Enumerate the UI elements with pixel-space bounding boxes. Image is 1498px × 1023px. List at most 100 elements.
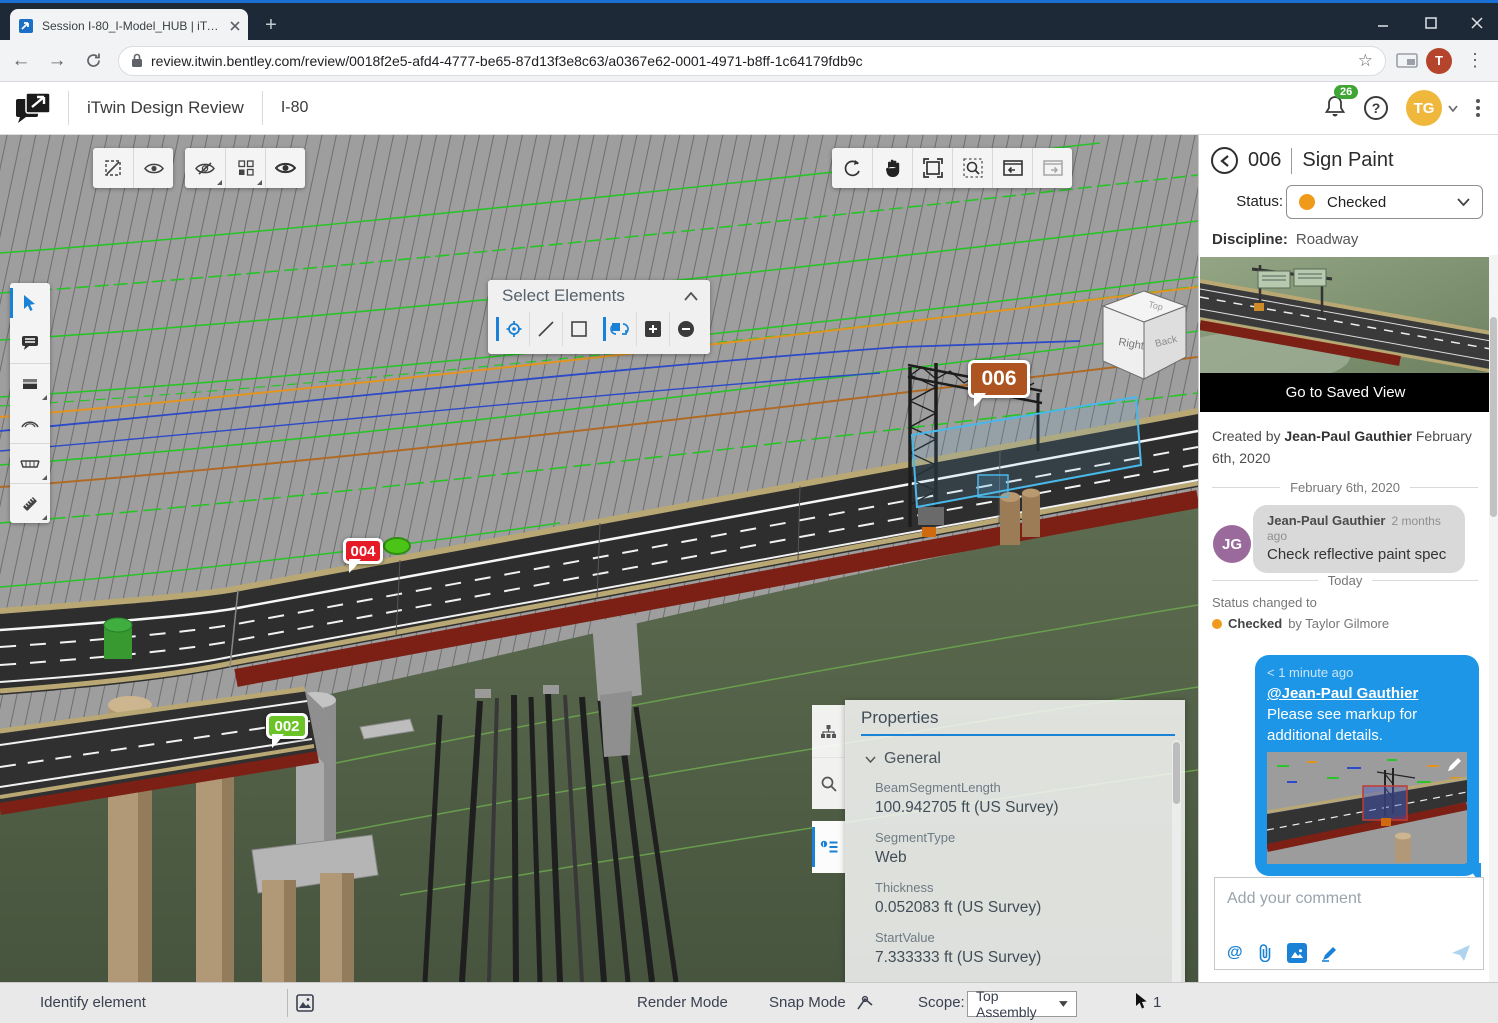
properties-list[interactable]: General BeamSegmentLength100.942705 ft (… — [845, 736, 1185, 982]
tab-close-icon[interactable] — [230, 21, 240, 31]
help-button[interactable]: ? — [1364, 96, 1388, 120]
properties-scrollbar[interactable] — [1172, 740, 1181, 982]
section-tool-button[interactable] — [10, 363, 50, 403]
my-comment-time: < 1 minute ago — [1267, 665, 1467, 680]
box-select-icon[interactable] — [562, 312, 595, 346]
properties-section-general[interactable]: General — [865, 750, 1159, 768]
chevron-down-icon — [1448, 105, 1458, 112]
title-divider — [1291, 148, 1292, 174]
isolate-elements-icon[interactable] — [225, 148, 265, 188]
orbit-icon[interactable] — [832, 148, 872, 188]
cast-icon[interactable] — [1396, 53, 1418, 69]
view-cube[interactable]: Right Back Top — [1096, 285, 1192, 385]
select-tool-button[interactable] — [10, 283, 50, 323]
attach-file-icon[interactable] — [1257, 944, 1273, 962]
comment-input[interactable] — [1215, 878, 1483, 936]
status-chevron-icon — [1457, 198, 1470, 206]
sidebar-scrollbar[interactable] — [1489, 255, 1498, 982]
issue-sidebar: 006 Sign Paint Status: Checked Disciplin… — [1198, 135, 1498, 982]
status-change-entry: Status changed to Checked by Taylor Gilm… — [1212, 593, 1389, 633]
model-tree-tab[interactable] — [812, 705, 845, 757]
measure-tool-button[interactable] — [10, 483, 50, 523]
forward-icon[interactable]: → — [42, 46, 72, 76]
bookmark-star-icon[interactable]: ☆ — [1358, 51, 1373, 71]
itwin-logo — [14, 91, 52, 125]
model-viewport[interactable]: 004 002 006 Select Elements — [0, 135, 1198, 982]
user-avatar: TG — [1406, 90, 1442, 126]
mention-icon[interactable]: @ — [1227, 944, 1243, 962]
previous-view-icon[interactable] — [992, 148, 1032, 188]
snap-mode-control[interactable]: Snap Mode — [769, 994, 846, 1011]
url-input[interactable] — [151, 53, 1350, 69]
scope-value: Top Assembly — [976, 988, 1059, 1020]
status-bar: Identify element Render Mode Snap Mode S… — [0, 982, 1498, 1023]
app-title: iTwin Design Review — [87, 98, 244, 118]
markup-pencil-icon[interactable] — [1321, 945, 1338, 962]
replace-selection-icon[interactable] — [603, 312, 636, 346]
window-minimize-button[interactable] — [1368, 9, 1398, 37]
line-select-icon[interactable] — [529, 312, 562, 346]
search-tab[interactable] — [812, 757, 845, 809]
section-chevron-icon — [865, 756, 876, 763]
snap-mode-icon[interactable] — [856, 995, 874, 1011]
saved-view-image[interactable] — [1200, 257, 1491, 373]
browser-profile-avatar[interactable]: T — [1426, 48, 1452, 74]
issue-title: Sign Paint — [1302, 149, 1393, 172]
fit-view-icon[interactable] — [912, 148, 952, 188]
window-close-button[interactable] — [1462, 9, 1492, 37]
add-to-selection-icon[interactable] — [636, 312, 669, 346]
select-elements-title: Select Elements — [502, 286, 625, 306]
view-nav-toolbar — [832, 148, 1072, 188]
svg-text:i: i — [822, 841, 824, 848]
address-bar[interactable]: ☆ — [118, 46, 1386, 76]
emphasize-eye-icon[interactable] — [265, 148, 305, 188]
edit-markup-pencil-icon[interactable] — [1445, 756, 1463, 774]
back-button[interactable] — [1211, 147, 1238, 174]
browser-tab[interactable]: Session I-80_I-Model_HUB | iTwin — [10, 9, 248, 43]
render-mode-control[interactable]: Render Mode — [637, 994, 728, 1011]
send-comment-icon[interactable] — [1451, 944, 1471, 962]
status-color-dot — [1299, 194, 1315, 210]
scope-select[interactable]: Top Assembly — [967, 991, 1077, 1017]
next-view-icon[interactable] — [1032, 148, 1072, 188]
properties-title: Properties — [845, 700, 1185, 734]
scope-label: Scope: — [918, 994, 965, 1011]
pan-hand-icon[interactable] — [872, 148, 912, 188]
clear-isolate-icon[interactable] — [93, 148, 133, 188]
go-to-saved-view-button[interactable]: Go to Saved View — [1200, 373, 1491, 412]
markup-attachment-image[interactable] — [1267, 752, 1467, 864]
remove-from-selection-icon[interactable] — [669, 312, 702, 346]
markup-pin-006[interactable]: 006 — [968, 360, 1030, 398]
notification-count-badge: 26 — [1334, 85, 1358, 99]
notifications-button[interactable]: 26 — [1324, 94, 1346, 123]
zoom-window-icon[interactable] — [952, 148, 992, 188]
reload-icon[interactable] — [78, 46, 108, 76]
selection-cursor-icon — [1135, 993, 1148, 1010]
new-tab-button[interactable]: + — [258, 13, 284, 39]
user-menu[interactable]: TG — [1406, 90, 1458, 126]
header-divider — [68, 91, 69, 125]
bridge-view-tool-button[interactable] — [10, 443, 50, 483]
app-menu-icon[interactable] — [1476, 106, 1480, 110]
collapse-chevron-icon[interactable] — [684, 292, 698, 301]
browser-menu-icon[interactable]: ⋮ — [1460, 46, 1490, 76]
property-field: Thickness0.052083 ft (US Survey) — [875, 880, 1159, 917]
status-label: Status: — [1236, 193, 1283, 210]
properties-info-tab[interactable]: i — [812, 821, 845, 873]
comment-author: Jean-Paul Gauthier — [1267, 513, 1385, 528]
back-icon[interactable]: ← — [6, 46, 36, 76]
window-maximize-button[interactable] — [1416, 9, 1446, 37]
mention-link[interactable]: @Jean-Paul Gauthier — [1267, 685, 1418, 702]
status-dropdown[interactable]: Checked — [1286, 185, 1483, 219]
project-name[interactable]: I-80 — [281, 99, 309, 117]
hide-eye-slash-icon[interactable] — [185, 148, 225, 188]
insert-image-icon[interactable] — [1287, 943, 1307, 963]
markup-comment-tool-button[interactable] — [10, 323, 50, 363]
markup-pin-004[interactable]: 004 — [343, 538, 383, 564]
show-all-eye-icon[interactable] — [133, 148, 173, 188]
pick-select-icon[interactable] — [496, 312, 529, 346]
comment-input-box: @ — [1214, 877, 1484, 970]
snapshot-image-icon[interactable] — [296, 994, 314, 1012]
markup-pin-002[interactable]: 002 — [266, 713, 308, 739]
dome-view-tool-button[interactable] — [10, 403, 50, 443]
